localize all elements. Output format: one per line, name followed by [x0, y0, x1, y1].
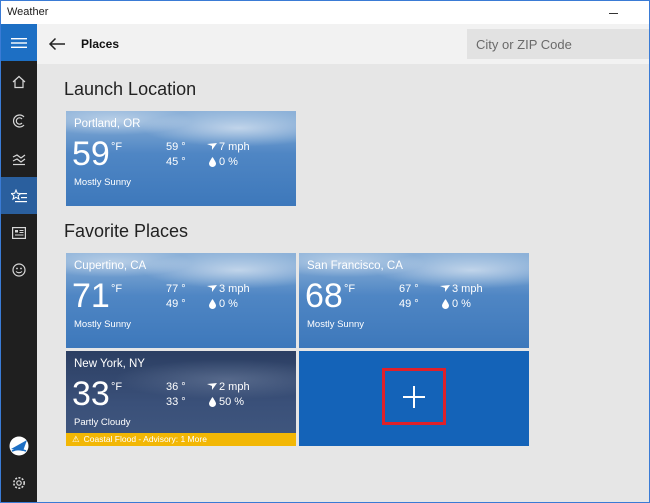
- tile-precipitation: 0 %: [219, 156, 238, 168]
- launch-location-heading: Launch Location: [64, 79, 197, 99]
- news-icon: [12, 226, 26, 239]
- tile-high: 59 °: [166, 141, 186, 153]
- title-bar: Weather: [1, 1, 649, 24]
- historical-weather-icon: [12, 153, 26, 165]
- account-icon: [9, 436, 29, 455]
- wind-icon: [207, 143, 217, 150]
- tile-wind: 3 mph: [219, 283, 250, 295]
- page-title: Places: [81, 37, 120, 51]
- sidebar-item-home[interactable]: [1, 63, 37, 100]
- add-favorite-highlight: [382, 368, 446, 425]
- search-input[interactable]: [467, 29, 649, 59]
- tile-city: Cupertino, CA: [74, 260, 147, 272]
- tile-low: 49 °: [399, 298, 419, 310]
- tile-temperature: 33: [72, 375, 110, 413]
- tile-condition: Mostly Sunny: [74, 177, 132, 188]
- tile-low: 33 °: [166, 396, 186, 408]
- warning-icon: ⚠: [72, 434, 80, 444]
- tile-wind: 7 mph: [219, 141, 250, 153]
- minimize-button[interactable]: [603, 1, 623, 24]
- hamburger-menu-button[interactable]: [1, 24, 37, 61]
- hamburger-menu-icon: [11, 37, 27, 48]
- launch-location-tile[interactable]: Portland, OR 59 °F 59 ° 45 ° 7 mph 0 % M…: [66, 111, 296, 206]
- tile-precipitation: 50 %: [219, 396, 245, 408]
- header-bar: Places: [37, 24, 649, 64]
- sidebar-item-account[interactable]: [1, 427, 37, 464]
- tile-condition: Mostly Sunny: [307, 319, 365, 330]
- tile-high: 77 °: [166, 283, 186, 295]
- tile-condition: Partly Cloudy: [74, 417, 131, 428]
- tile-low: 49 °: [166, 298, 186, 310]
- tile-city: New York, NY: [74, 358, 145, 370]
- add-favorite-tile[interactable]: [299, 351, 529, 446]
- favorite-places-heading: Favorite Places: [64, 221, 189, 241]
- wind-icon: [440, 285, 450, 292]
- settings-icon: [13, 476, 25, 489]
- tile-condition: Mostly Sunny: [74, 319, 132, 330]
- home-icon: [12, 75, 26, 88]
- tile-unit: °F: [344, 283, 356, 295]
- precipitation-icon: [209, 157, 216, 167]
- weather-window: Weather Places City or ZIP Code Launch L…: [0, 0, 650, 503]
- tile-temperature: 59: [72, 135, 110, 173]
- tile-temperature: 68: [305, 277, 343, 315]
- window-title: Weather: [7, 6, 49, 18]
- back-arrow-icon: [48, 37, 65, 51]
- favorite-tile-san-francisco[interactable]: San Francisco, CA 68 °F 67 ° 49 ° 3 mph …: [299, 253, 529, 348]
- forecast-icon: [13, 113, 25, 128]
- precipitation-icon: [209, 397, 216, 407]
- favorite-tile-cupertino[interactable]: Cupertino, CA 71 °F 77 ° 49 ° 3 mph 0 % …: [66, 253, 296, 348]
- favorite-tile-new-york[interactable]: New York, NY 33 °F 36 ° 33 ° 2 mph 50 % …: [66, 351, 296, 446]
- plus-icon: [403, 385, 425, 408]
- weather-alert-banner[interactable]: ⚠ Coastal Flood - Advisory: 1 More: [66, 433, 296, 446]
- tile-low: 45 °: [166, 156, 186, 168]
- sidebar-item-historical-weather[interactable]: [1, 140, 37, 177]
- back-button[interactable]: [45, 32, 69, 56]
- tile-high: 36 °: [166, 381, 186, 393]
- places-icon: [11, 188, 27, 202]
- wind-icon: [207, 383, 217, 390]
- alert-text: Coastal Flood - Advisory: 1 More: [83, 434, 207, 444]
- minimize-icon: [608, 13, 618, 14]
- sidebar-item-forecast[interactable]: [1, 102, 37, 139]
- tile-unit: °F: [111, 283, 123, 295]
- sidebar-item-places[interactable]: [1, 177, 37, 214]
- tile-city: Portland, OR: [74, 118, 141, 130]
- places-content: Launch Location Portland, OR 59 °F 59 ° …: [37, 64, 649, 502]
- tile-wind: 2 mph: [219, 381, 250, 393]
- tile-temperature: 71: [72, 277, 110, 315]
- feedback-icon: [12, 262, 26, 277]
- tile-high: 67 °: [399, 283, 419, 295]
- sidebar: [1, 24, 37, 502]
- tile-unit: °F: [111, 141, 123, 153]
- tile-wind: 3 mph: [452, 283, 483, 295]
- sidebar-item-feedback[interactable]: [1, 251, 37, 288]
- precipitation-icon: [442, 299, 449, 309]
- sidebar-item-news[interactable]: [1, 214, 37, 251]
- tile-unit: °F: [111, 381, 123, 393]
- sidebar-item-settings[interactable]: [1, 464, 37, 501]
- tile-precipitation: 0 %: [219, 298, 238, 310]
- wind-icon: [207, 285, 217, 292]
- precipitation-icon: [209, 299, 216, 309]
- tile-city: San Francisco, CA: [307, 260, 403, 272]
- tile-precipitation: 0 %: [452, 298, 471, 310]
